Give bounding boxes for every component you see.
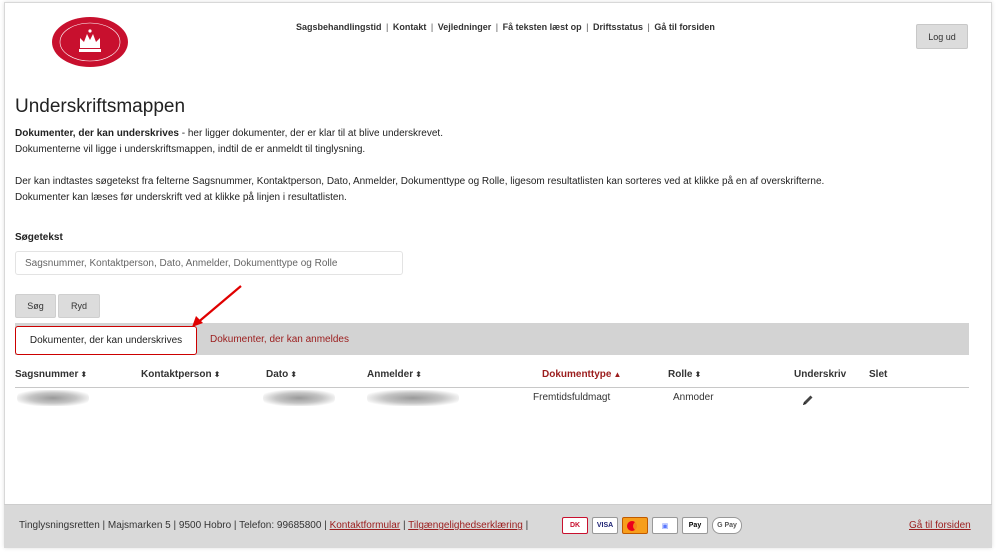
dankort-icon: DK [562,517,588,534]
footer-address: Tinglysningsretten | Majsmarken 5 | 9500… [19,520,529,531]
col-kontaktperson[interactable]: Kontaktperson ⬍ [141,369,220,380]
page-title: Underskriftsmappen [15,96,186,117]
sort-asc-icon: ▲ [613,370,622,379]
mastercard-icon [622,517,648,534]
tab-can-sign[interactable]: Dokumenter, der kan underskrives [15,326,197,355]
clear-button[interactable]: Ryd [58,294,100,318]
nav-vejledninger[interactable]: Vejledninger [438,22,492,32]
redacted-anmelder [367,390,459,406]
nav-driftsstatus[interactable]: Driftsstatus [593,22,643,32]
court-logo[interactable] [50,16,130,68]
cell-dokumenttype: Fremtidsfuldmagt [533,392,611,403]
sort-icon: ⬍ [290,370,297,379]
tab-can-register[interactable]: Dokumenter, der kan anmeldes [210,334,349,345]
nav-sagsbehandlingstid[interactable]: Sagsbehandlingstid [296,22,382,32]
col-underskriv: Underskriv [794,369,847,380]
intro-text: Dokumenter, der kan underskrives - her l… [15,126,915,206]
annotation-arrow-icon [192,285,242,327]
search-input[interactable] [15,251,403,275]
col-sagsnummer[interactable]: Sagsnummer ⬍ [15,369,87,380]
col-anmelder[interactable]: Anmelder ⬍ [367,369,422,380]
intro-bold: Dokumenter, der kan underskrives [15,128,179,139]
nav-forside[interactable]: Gå til forsiden [654,22,715,32]
googlepay-icon: G Pay [712,517,742,534]
footer: Tinglysningsretten | Majsmarken 5 | 9500… [4,504,992,548]
logout-button[interactable]: Log ud [916,24,968,49]
intro-line3: Der kan indtastes søgetekst fra felterne… [15,176,825,187]
col-rolle[interactable]: Rolle ⬍ [668,369,701,380]
top-navigation: Sagsbehandlingstid | Kontakt | Vejlednin… [296,22,715,32]
nav-kontakt[interactable]: Kontakt [393,22,427,32]
visa-icon: VISA [592,517,618,534]
pencil-icon[interactable] [801,393,815,407]
nav-laes-op[interactable]: Få teksten læst op [503,22,582,32]
sort-icon: ⬍ [80,370,88,379]
table-row[interactable]: Fremtidsfuldmagt Anmoder [15,389,969,409]
intro-line1: - her ligger dokumenter, der er klar til… [178,128,443,139]
col-dato[interactable]: Dato ⬍ [266,369,297,380]
col-slet: Slet [869,369,888,380]
intro-line4: Dokumenter kan læses før underskrift ved… [15,192,347,203]
browser-frame [4,2,992,548]
search-label: Søgetekst [15,232,63,243]
mobilepay-icon: ▣ [652,517,678,534]
redacted-dato [263,390,335,406]
search-button[interactable]: Søg [15,294,56,318]
footer-home-link[interactable]: Gå til forsiden [909,520,971,531]
intro-line2: Dokumenterne vil ligge i underskriftsmap… [15,144,366,155]
col-dokumenttype[interactable]: Dokumenttype ▲ [542,369,621,380]
sort-icon: ⬍ [213,370,221,379]
redacted-sagsnummer [17,390,89,406]
table-header: Sagsnummer ⬍ Kontaktperson ⬍ Dato ⬍ Anmelde… [15,366,969,388]
contact-form-link[interactable]: Kontaktformular [330,520,401,531]
accessibility-link[interactable]: Tilgængelighedserklæring [408,520,523,531]
cell-rolle: Anmoder [673,392,714,403]
sort-icon: ⬍ [415,370,422,379]
applepay-icon: Pay [682,517,708,534]
sort-icon: ⬍ [694,370,702,379]
